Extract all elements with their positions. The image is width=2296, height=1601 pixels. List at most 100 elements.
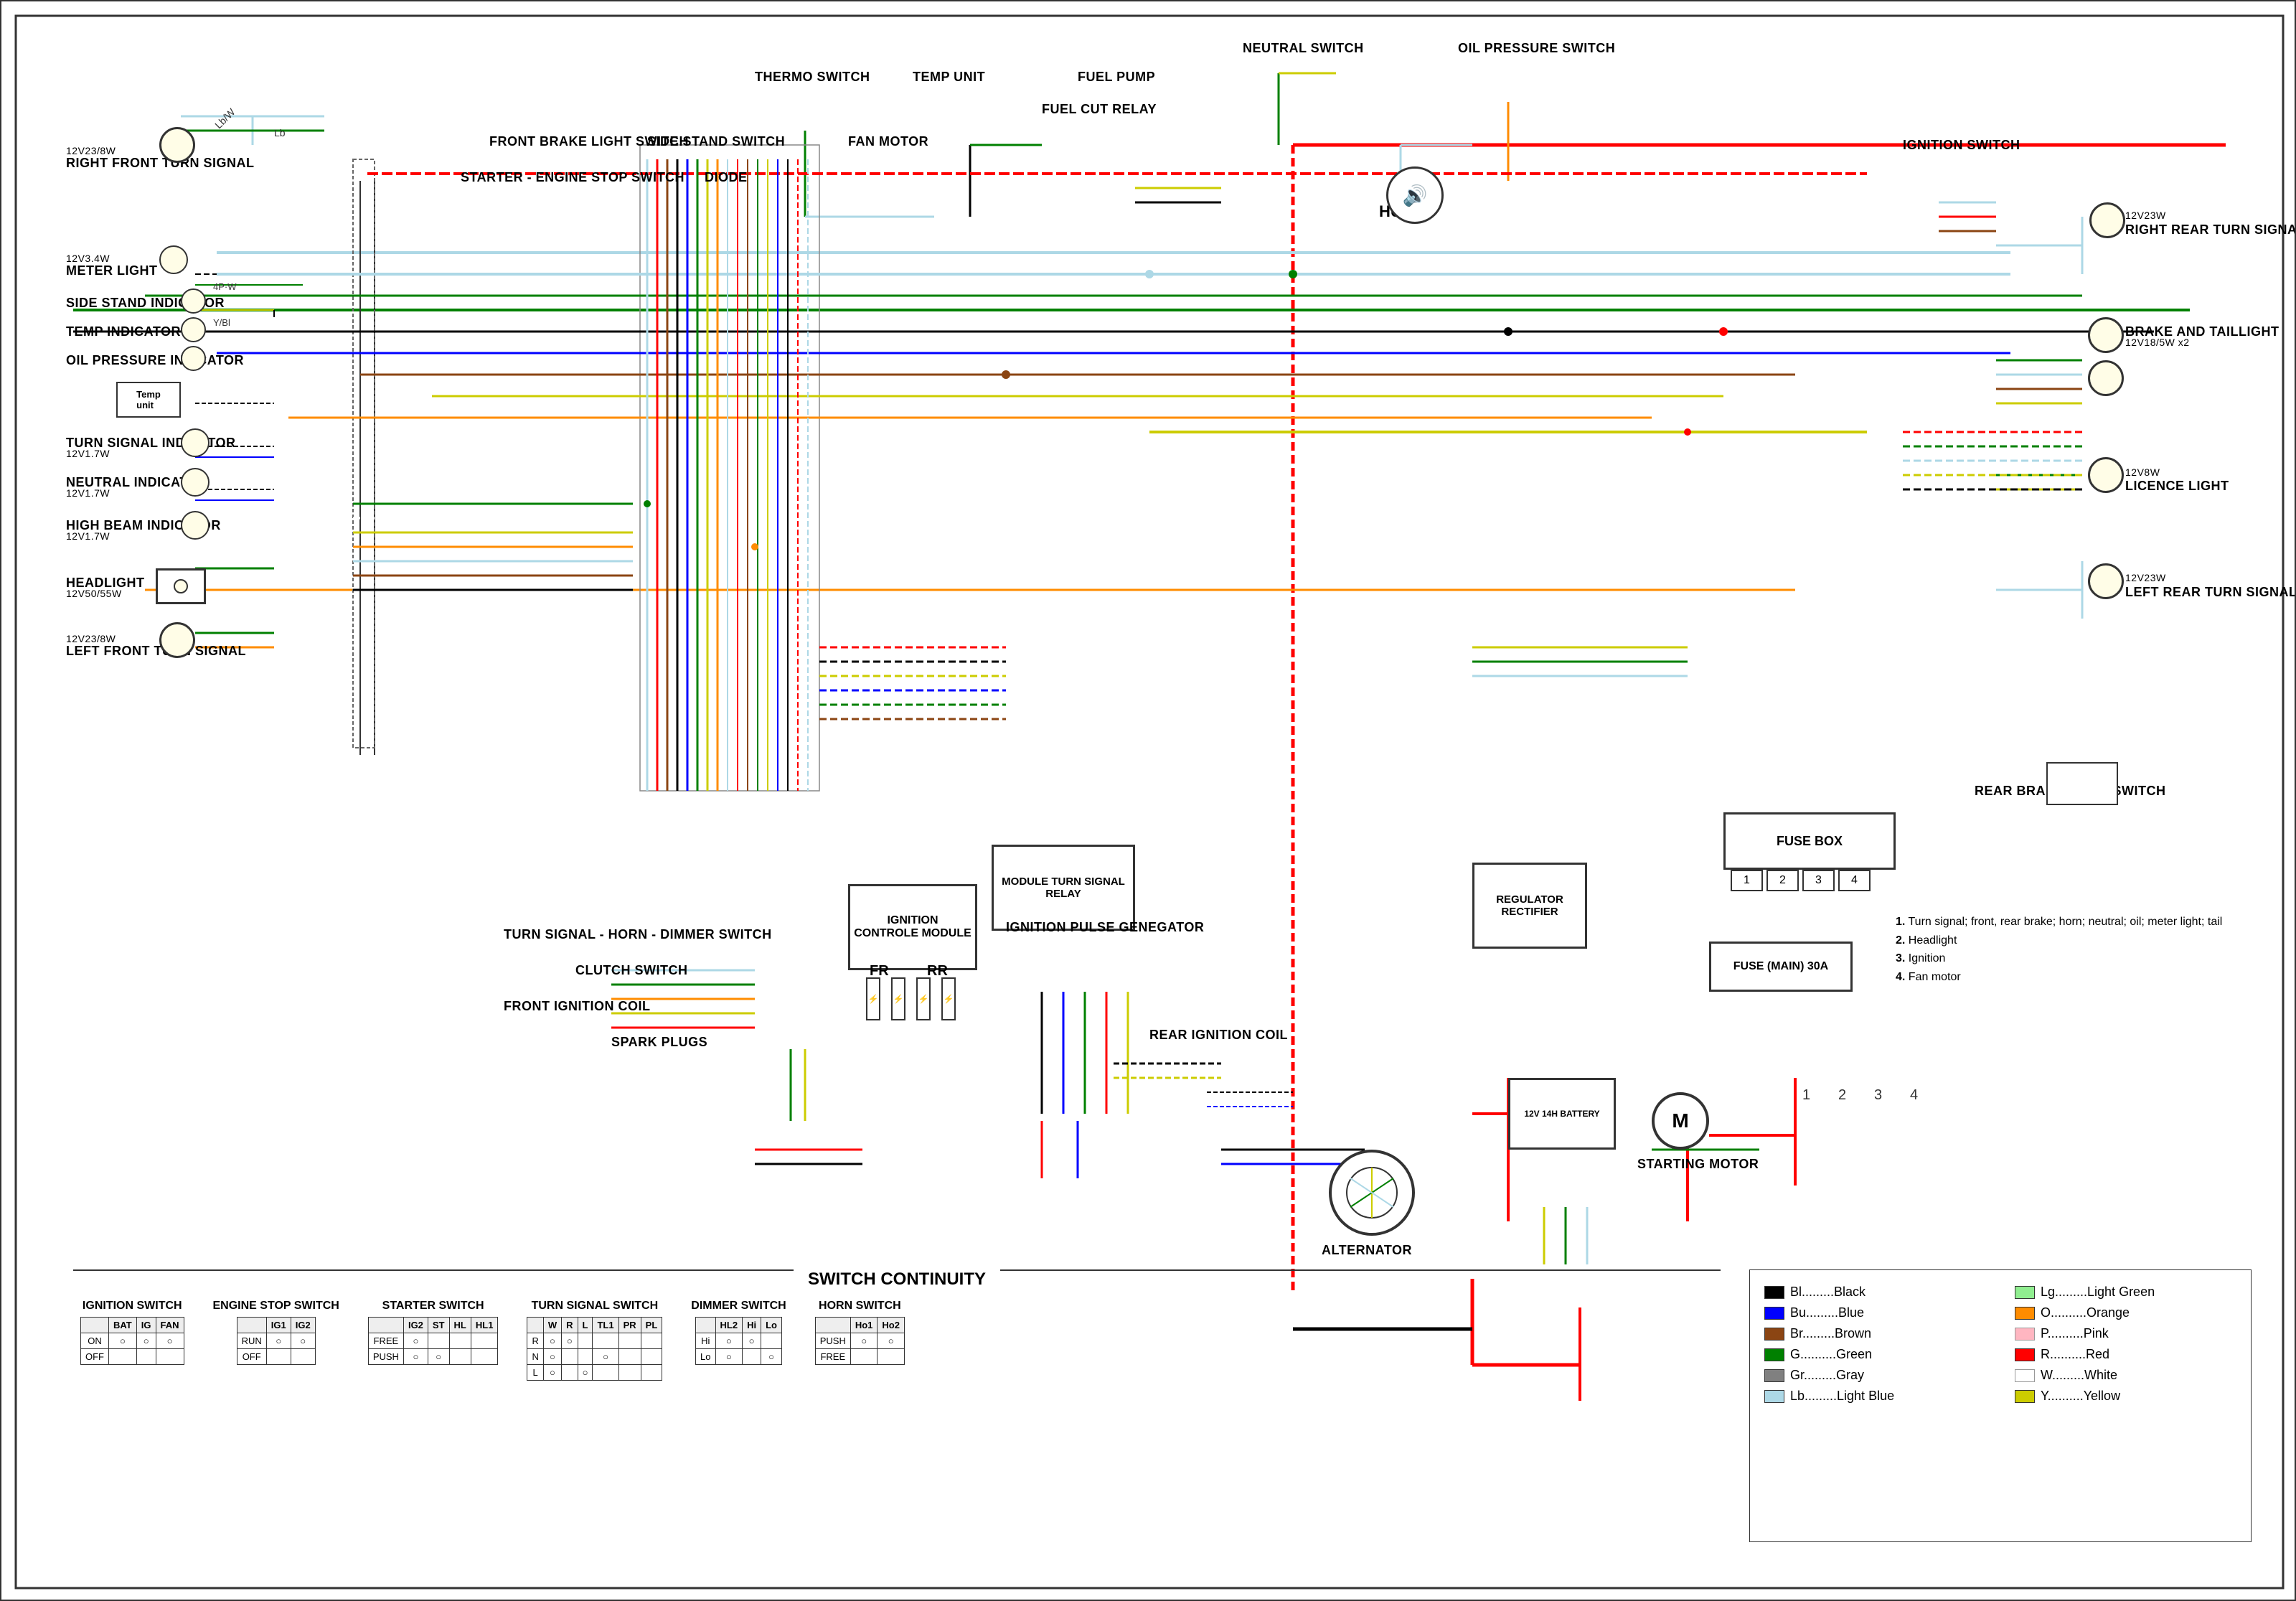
licence-light-spec: 12V8W	[2125, 466, 2160, 478]
neutral-switch-label: NEUTRAL SWITCH	[1243, 41, 1364, 56]
legend-grid: Bl.........Black Lg.........Light Green …	[1764, 1285, 2236, 1404]
licence-light-label: LICENCE LIGHT	[2125, 479, 2229, 494]
battery-box: 12V 14H BATTERY	[1508, 1078, 1616, 1150]
legend-w-text: W.........White	[2041, 1368, 2117, 1383]
legend-red: R..........Red	[2015, 1347, 2236, 1362]
fan-motor-label: FAN MOTOR	[848, 134, 928, 149]
rear-brake-switch-box	[2046, 762, 2118, 805]
legend-black: Bl.........Black	[1764, 1285, 1986, 1300]
svg-text:2: 2	[1838, 1087, 1846, 1103]
svg-text:3: 3	[1874, 1087, 1882, 1103]
neutral-indicator-bulb	[181, 468, 210, 497]
turn-signal-indicator-bulb	[181, 428, 210, 457]
clutch-switch-label: CLUTCH SWITCH	[575, 963, 687, 978]
left-front-turn-signal-spec: 12V23/8W	[66, 633, 116, 644]
legend-br-swatch	[1764, 1328, 1784, 1341]
fuel-pump-label: FUEL PUMP	[1078, 70, 1155, 85]
legend-blue: Bu.........Blue	[1764, 1305, 1986, 1320]
ignition-pulse-label: IGNITION PULSE GENEGATOR	[1006, 920, 1204, 935]
legend-gr-text: Gr.........Gray	[1790, 1368, 1864, 1383]
legend-g-text: G..........Green	[1790, 1347, 1872, 1362]
left-rear-turn-signal-bulb	[2088, 563, 2124, 599]
brake-taillight-spec: 12V18/5W x2	[2125, 337, 2190, 348]
turn-signal-indicator-spec: 12V1.7W	[66, 448, 110, 459]
legend-yellow: Y..........Yellow	[2015, 1389, 2236, 1404]
fuse-cells: 1 2 3 4	[1731, 870, 1871, 891]
legend-lb-swatch	[1764, 1390, 1784, 1403]
legend-lg-text: Lg.........Light Green	[2041, 1285, 2155, 1300]
licence-light-bulb	[2088, 457, 2124, 493]
legend-light-green: Lg.........Light Green	[2015, 1285, 2236, 1300]
brake-taillight-bulb1	[2088, 317, 2124, 353]
legend-brown: Br.........Brown	[1764, 1326, 1986, 1341]
fuse-note2: Headlight	[1909, 934, 1957, 947]
legend-lb-text: Lb.........Light Blue	[1790, 1389, 1894, 1404]
horn-symbol: 🔊	[1386, 166, 1444, 224]
left-front-turn-signal-label: LEFT FRONT TURN SIGNAL	[66, 644, 246, 659]
temp-bulb	[181, 317, 206, 342]
wire-label-lb-w: Lb/W	[212, 106, 237, 131]
oil-pressure-switch-label: OIL PRESSURE SWITCH	[1458, 41, 1615, 56]
svg-text:4: 4	[1910, 1087, 1918, 1103]
alternator-label: ALTERNATOR	[1322, 1243, 1412, 1258]
legend-p-text: P..........Pink	[2041, 1326, 2109, 1341]
legend-pink: P..........Pink	[2015, 1326, 2236, 1341]
turn-signal-relay-label: MODULE TURN SIGNAL RELAY	[997, 875, 1129, 900]
turn-signal-switch-table-title: TURN SIGNAL SWITCH	[532, 1300, 659, 1313]
fuse-note4: Fan motor	[1909, 971, 1961, 983]
temp-indicator-label: TEMP INDICATOR	[66, 324, 181, 339]
ignition-switch-table: IGNITION SWITCH BATIGFAN ON○○○ OFF	[80, 1300, 184, 1381]
legend-bu-swatch	[1764, 1307, 1784, 1320]
right-rear-turn-signal-bulb	[2089, 202, 2125, 238]
legend-light-blue: Lb.........Light Blue	[1764, 1389, 1986, 1404]
ignition-switch-table-title: IGNITION SWITCH	[83, 1300, 182, 1313]
wire-label-y-bl: Y/Bl	[213, 317, 230, 328]
fuse-note3: Ignition	[1909, 952, 1946, 964]
legend-green: G..........Green	[1764, 1347, 1986, 1362]
spark-plugs-label: SPARK PLUGS	[611, 1035, 707, 1050]
side-stand-bulb	[181, 288, 206, 314]
starter-switch-table-title: STARTER SWITCH	[382, 1300, 484, 1313]
main-container: 1 2 3 4	[0, 0, 2296, 1601]
battery-label: 12V 14H BATTERY	[1524, 1109, 1599, 1119]
switch-continuity-title: SWITCH CONTINUITY	[794, 1269, 1000, 1290]
turn-signal-relay-box: MODULE TURN SIGNAL RELAY	[992, 845, 1135, 931]
starter-engine-stop-switch-label: STARTER - ENGINE STOP SWITCH	[461, 170, 684, 185]
left-front-turn-signal-bulb	[159, 622, 195, 658]
icm-label: IGNITION CONTROLE MODULE	[854, 914, 971, 940]
brake-taillight-bulb2	[2088, 360, 2124, 396]
headlight-symbol	[156, 568, 206, 604]
fuse-main-label: FUSE (MAIN) 30A	[1733, 960, 1828, 973]
legend-black-text: Bl.........Black	[1790, 1285, 1866, 1300]
legend-br-text: Br.........Brown	[1790, 1326, 1871, 1341]
legend-p-swatch	[2015, 1328, 2035, 1341]
legend-gray: Gr.........Gray	[1764, 1368, 1986, 1383]
legend-bu-text: Bu.........Blue	[1790, 1305, 1864, 1320]
right-front-turn-signal-bulb	[159, 127, 195, 163]
legend-r-text: R..........Red	[2041, 1347, 2109, 1362]
engine-stop-switch-table-title: ENGINE STOP SWITCH	[213, 1300, 339, 1313]
legend-w-swatch	[2015, 1369, 2035, 1382]
switch-continuity-section: SWITCH CONTINUITY IGNITION SWITCH BATIGF…	[73, 1269, 1721, 1542]
fuse-main-box: FUSE (MAIN) 30A	[1709, 942, 1853, 992]
legend-black-swatch	[1764, 1286, 1784, 1299]
fuel-cut-relay-label: FUEL CUT RELAY	[1042, 102, 1157, 117]
headlight-spec: 12V50/55W	[66, 588, 122, 599]
legend-o-swatch	[2015, 1307, 2035, 1320]
fuse-box-box: FUSE BOX	[1723, 812, 1896, 870]
oil-pressure-indicator-label: OIL PRESSURE INDICATOR	[66, 353, 244, 368]
legend-o-text: O..........Orange	[2041, 1305, 2130, 1320]
fuse-note1: Turn signal; front, rear brake; horn; ne…	[1909, 916, 2223, 928]
meter-light-label: METER LIGHT	[66, 263, 158, 278]
wire-label-lb: Lb	[274, 127, 286, 138]
left-rear-turn-signal-label: LEFT REAR TURN SIGNAL	[2125, 585, 2296, 600]
high-beam-indicator-spec: 12V1.7W	[66, 530, 110, 542]
legend-y-text: Y..........Yellow	[2041, 1389, 2120, 1404]
starting-motor-symbol: M	[1652, 1092, 1709, 1150]
legend-white: W.........White	[2015, 1368, 2236, 1383]
oil-pressure-bulb	[181, 346, 206, 371]
svg-text:1: 1	[1802, 1087, 1810, 1103]
alternator-symbol	[1329, 1150, 1415, 1236]
turn-signal-switch-table: TURN SIGNAL SWITCH WRLTL1PRPL R○○ N○○ L○…	[527, 1300, 662, 1381]
icm-box: IGNITION CONTROLE MODULE	[848, 884, 977, 970]
